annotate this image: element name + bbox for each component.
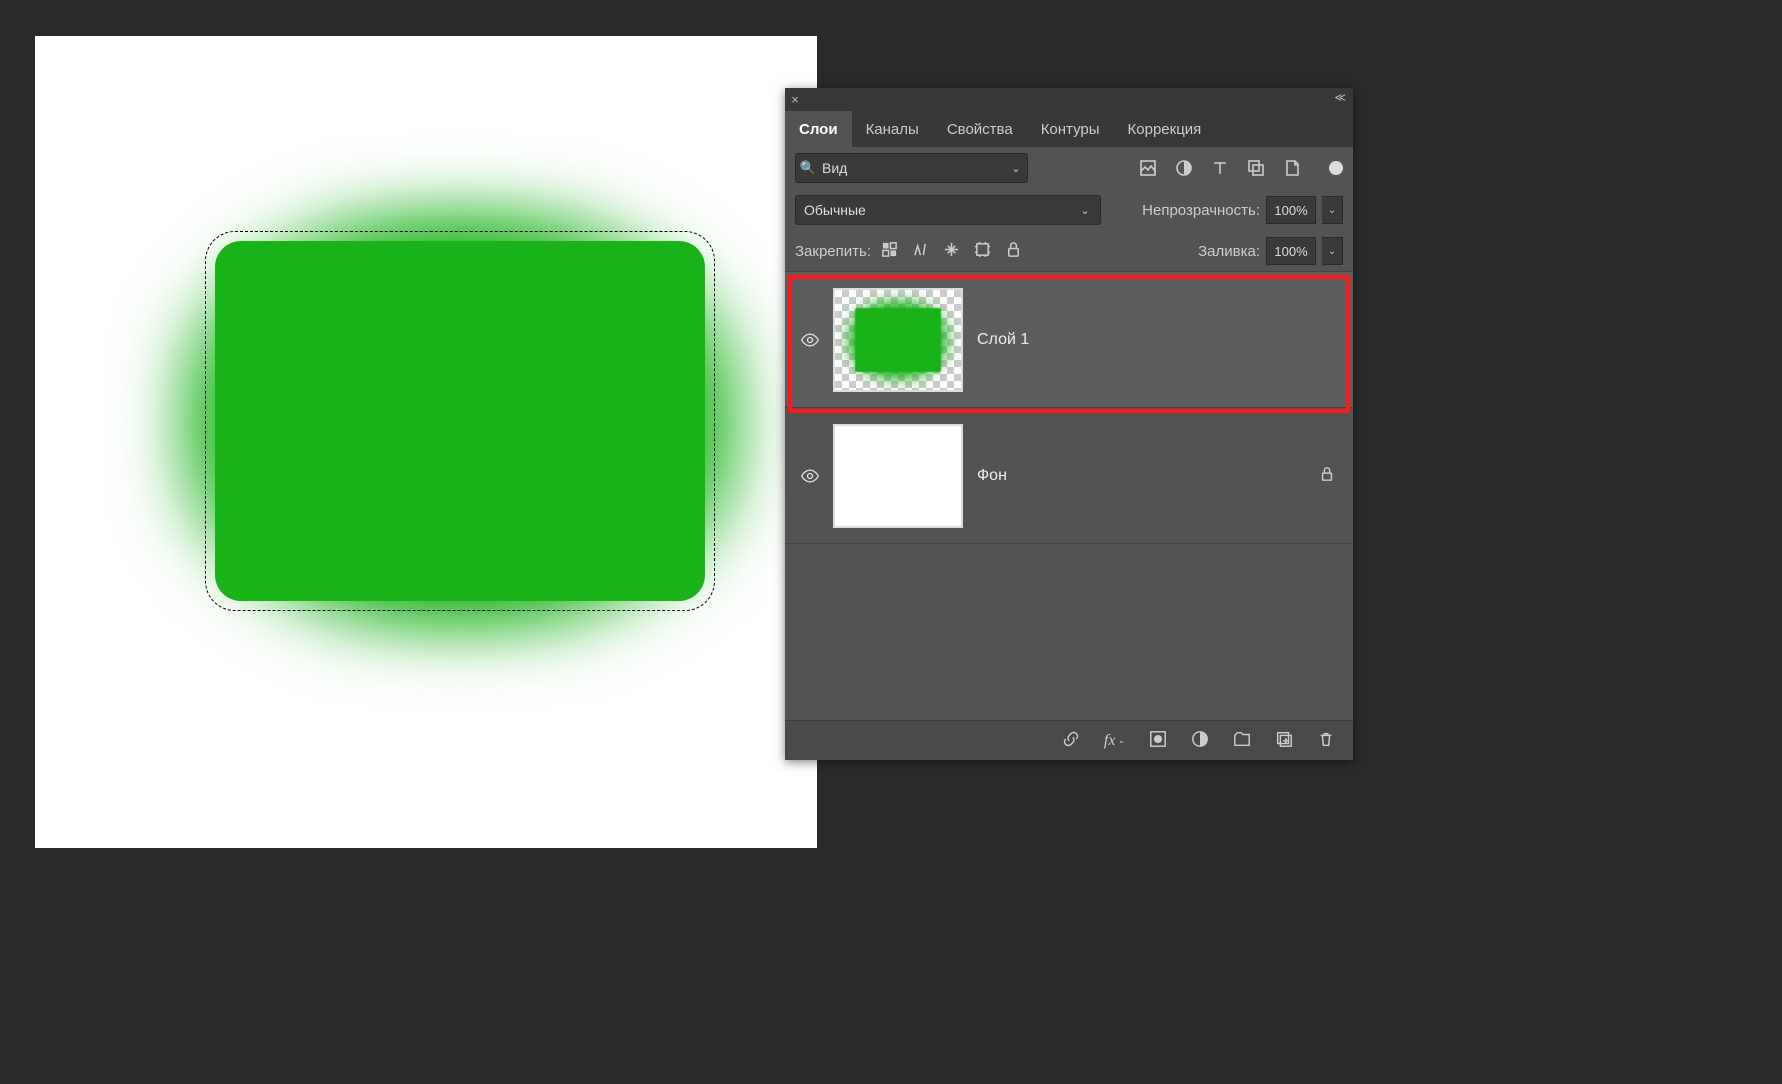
filter-smart-icon[interactable] [1283, 159, 1301, 177]
layers-panel: × ≪ Слои Каналы Свойства Контуры Коррекц… [785, 88, 1353, 760]
visibility-toggle[interactable] [795, 466, 825, 486]
blend-mode-value: Обычные [804, 202, 866, 218]
mask-icon[interactable] [1149, 730, 1167, 751]
opacity-label: Непрозрачность: [1142, 202, 1260, 219]
close-icon[interactable]: × [785, 92, 805, 107]
layer-row[interactable]: Слой 1 [785, 272, 1353, 407]
lock-icon [1319, 466, 1335, 485]
tab-channels[interactable]: Каналы [852, 111, 933, 147]
tab-adjustments[interactable]: Коррекция [1114, 111, 1216, 147]
visibility-toggle[interactable] [795, 330, 825, 350]
opacity-slider-icon[interactable]: ⌄ [1322, 196, 1343, 224]
new-layer-icon[interactable] [1275, 730, 1293, 751]
layer-kind-input[interactable] [820, 153, 1005, 183]
layer-thumbnail[interactable] [833, 288, 963, 392]
opacity-field[interactable]: 100% [1266, 196, 1316, 224]
lock-position-icon[interactable] [943, 241, 960, 261]
trash-icon[interactable] [1317, 730, 1335, 751]
chevron-down-icon: ⌄ [1005, 162, 1027, 175]
lock-icons [881, 241, 1022, 261]
tab-label: Каналы [866, 121, 919, 138]
layers-list: Слой 1 Фон [785, 272, 1353, 544]
layer-row[interactable]: Фон [785, 408, 1353, 543]
document-canvas[interactable] [35, 36, 817, 848]
layer-kind-dropdown[interactable]: 🔍 ⌄ [795, 153, 1028, 183]
lock-artboard-icon[interactable] [974, 241, 991, 261]
lock-row: Закрепить: Заливка: 100% ⌄ [785, 231, 1353, 272]
tab-layers[interactable]: Слои [785, 111, 852, 147]
collapse-icon[interactable]: ≪ [1334, 91, 1347, 104]
filter-pixel-icon[interactable] [1139, 159, 1157, 177]
tab-label: Свойства [947, 121, 1013, 138]
selection-marquee [205, 231, 715, 611]
fx-icon[interactable]: fx⌄ [1104, 732, 1125, 750]
tab-label: Слои [799, 121, 838, 138]
layer-thumbnail[interactable] [833, 424, 963, 528]
lock-transparent-icon[interactable] [881, 241, 898, 261]
lock-pixels-icon[interactable] [912, 241, 929, 261]
lock-all-icon[interactable] [1005, 241, 1022, 261]
panel-titlebar: × ≪ [785, 88, 1353, 111]
filter-type-icon[interactable] [1211, 159, 1229, 177]
lock-label: Закрепить: [795, 243, 871, 260]
layer-name[interactable]: Фон [977, 467, 1319, 485]
filter-adjust-icon[interactable] [1175, 159, 1193, 177]
fill-slider-icon[interactable]: ⌄ [1322, 237, 1343, 265]
panel-tabs: Слои Каналы Свойства Контуры Коррекция [785, 111, 1353, 147]
tab-properties[interactable]: Свойства [933, 111, 1027, 147]
search-icon: 🔍 [796, 160, 820, 176]
filter-row: 🔍 ⌄ [785, 147, 1353, 189]
filter-toggle[interactable] [1329, 161, 1343, 175]
tab-label: Коррекция [1128, 121, 1202, 138]
adjustment-icon[interactable] [1191, 730, 1209, 751]
blend-row: Обычные ⌄ Непрозрачность: 100% ⌄ [785, 189, 1353, 231]
layers-bottom-bar: fx⌄ [785, 720, 1353, 760]
fill-field[interactable]: 100% [1266, 237, 1316, 265]
blend-mode-dropdown[interactable]: Обычные ⌄ [795, 195, 1101, 225]
filter-shape-icon[interactable] [1247, 159, 1265, 177]
group-icon[interactable] [1233, 730, 1251, 751]
chevron-down-icon: ⌄ [1074, 204, 1096, 217]
filter-icons [1139, 159, 1343, 177]
tab-label: Контуры [1041, 121, 1100, 138]
link-icon[interactable] [1062, 730, 1080, 751]
tab-paths[interactable]: Контуры [1027, 111, 1114, 147]
layer-name[interactable]: Слой 1 [977, 331, 1343, 349]
panel-menu-icon[interactable] [1323, 111, 1353, 147]
fill-label: Заливка: [1198, 243, 1260, 260]
